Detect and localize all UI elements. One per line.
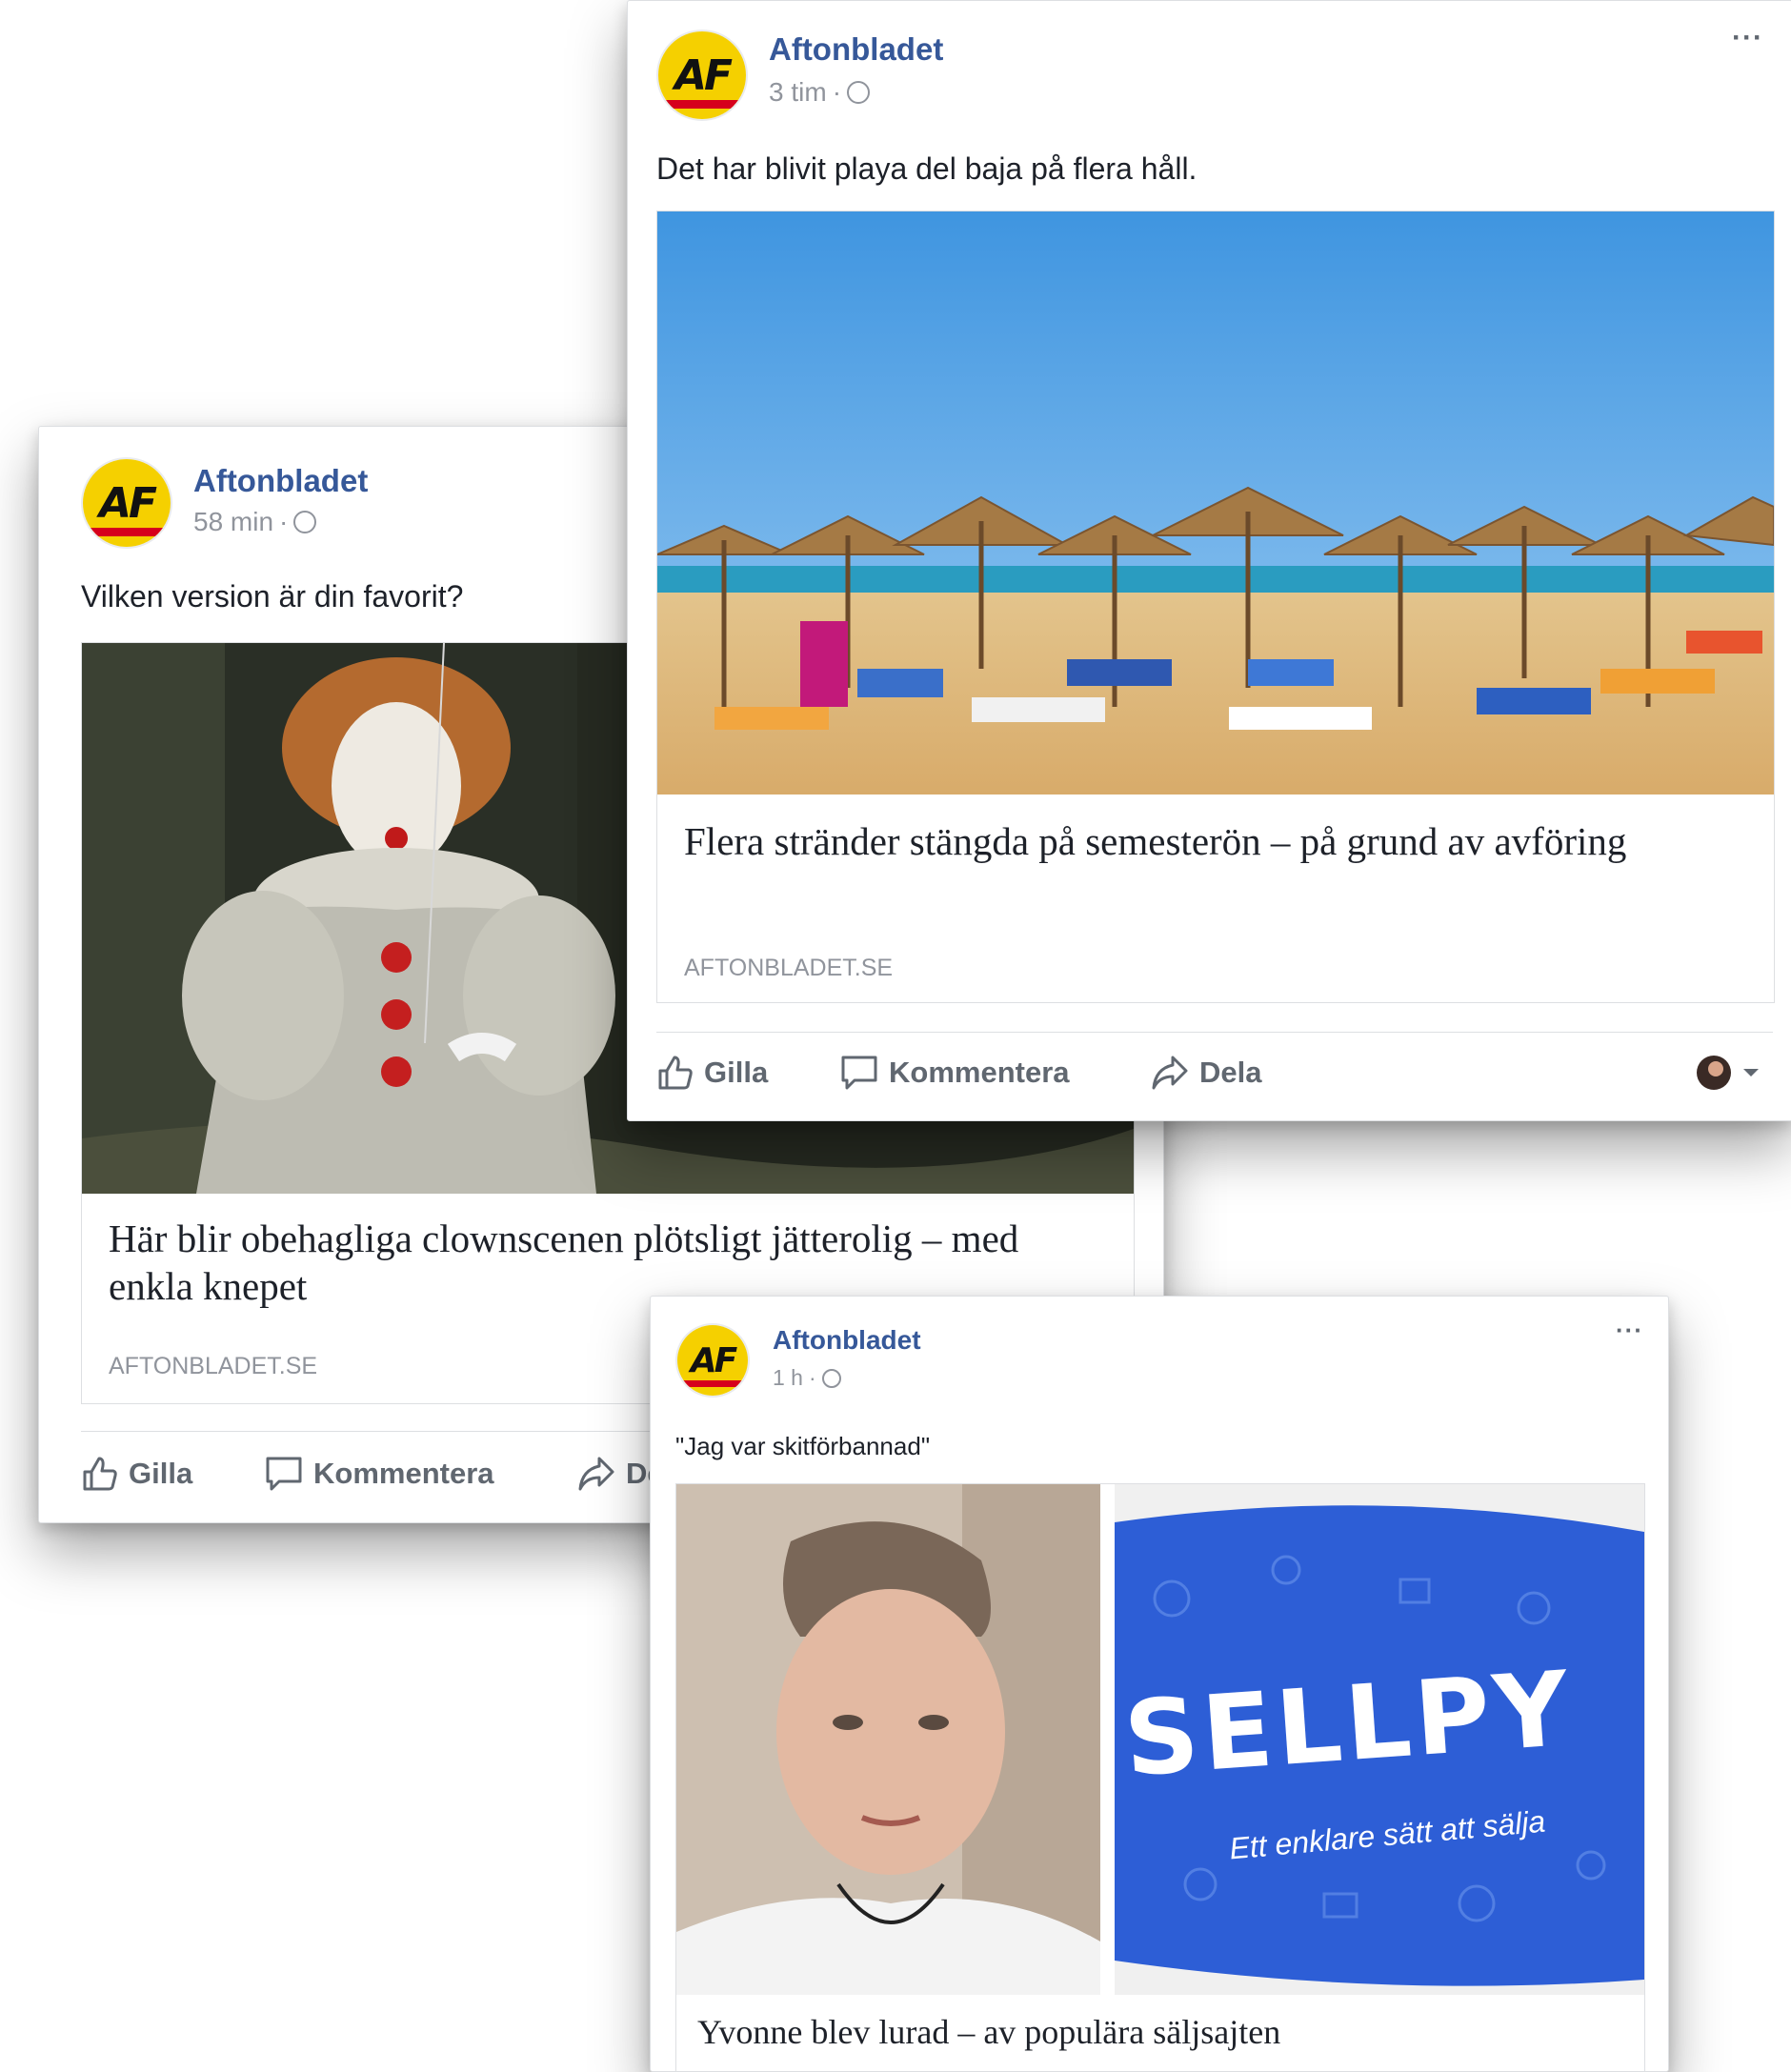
post-meta: 1 h · bbox=[773, 1365, 841, 1391]
aftonbladet-logo-icon: AF bbox=[658, 31, 746, 119]
comment-icon bbox=[266, 1457, 302, 1491]
beach-illustration bbox=[657, 211, 1774, 795]
more-icon[interactable]: ··· bbox=[1732, 22, 1763, 54]
aftonbladet-logo-icon: AF bbox=[677, 1325, 748, 1396]
comment-icon bbox=[841, 1056, 877, 1090]
sellpy-bag-photo[interactable]: SELLPY Ett enklare sätt att sälja bbox=[1115, 1484, 1644, 1995]
link-domain: AFTONBLADET.SE bbox=[684, 955, 894, 981]
chevron-down-icon bbox=[1743, 1069, 1759, 1076]
like-label: Gilla bbox=[129, 1457, 193, 1490]
link-title[interactable]: Flera stränder stängda på semesterön – p… bbox=[684, 817, 1741, 865]
globe-icon bbox=[293, 511, 317, 533]
aftonbladet-logo-icon: AF bbox=[83, 459, 171, 547]
post-status-text: "Jag var skitförbannad" bbox=[675, 1432, 931, 1460]
globe-icon bbox=[847, 81, 871, 104]
like-icon bbox=[658, 1056, 693, 1090]
like-button[interactable]: Gilla bbox=[81, 1455, 192, 1493]
post-status-text: Vilken version är din favorit? bbox=[81, 579, 464, 614]
more-icon[interactable]: ··· bbox=[1616, 1316, 1643, 1345]
post-actions: Gilla Kommentera Dela bbox=[656, 1032, 1773, 1120]
page-name[interactable]: Aftonbladet bbox=[769, 31, 943, 68]
share-icon bbox=[578, 1457, 614, 1491]
page-name[interactable]: Aftonbladet bbox=[773, 1325, 921, 1356]
link-domain: AFTONBLADET.SE bbox=[109, 1353, 318, 1379]
like-button[interactable]: Gilla bbox=[656, 1054, 768, 1092]
post-meta: 58 min · bbox=[193, 507, 317, 537]
globe-icon bbox=[821, 1368, 841, 1388]
post-meta: 3 tim · bbox=[769, 77, 871, 108]
comment-label: Kommentera bbox=[313, 1457, 494, 1490]
comment-button[interactable]: Kommentera bbox=[839, 1054, 1070, 1092]
woman-photo[interactable] bbox=[676, 1484, 1100, 1995]
page-name[interactable]: Aftonbladet bbox=[193, 463, 368, 499]
share-icon bbox=[1152, 1056, 1188, 1090]
page-avatar[interactable]: AF bbox=[675, 1323, 750, 1398]
woman-illustration bbox=[676, 1484, 1100, 1995]
post-card-sellpy: AF Aftonbladet 1 h · ··· "Jag var skitfö… bbox=[650, 1296, 1669, 2072]
comment-label: Kommentera bbox=[889, 1056, 1070, 1089]
beach-image[interactable] bbox=[657, 211, 1774, 795]
comment-button[interactable]: Kommentera bbox=[264, 1455, 494, 1493]
page-avatar[interactable]: AF bbox=[81, 457, 172, 549]
share-label: Dela bbox=[1199, 1056, 1262, 1089]
link-preview[interactable]: SELLPY Ett enklare sätt att sälja Yvonne… bbox=[675, 1483, 1645, 2071]
post-time[interactable]: 58 min bbox=[193, 507, 273, 537]
share-button[interactable]: Dela bbox=[1150, 1054, 1261, 1092]
post-card-beach: AF Aftonbladet 3 tim · ··· Det har blivi… bbox=[627, 0, 1791, 1121]
page-avatar[interactable]: AF bbox=[656, 30, 748, 121]
link-preview[interactable]: Flera stränder stängda på semesterön – p… bbox=[656, 211, 1775, 1003]
avatar-icon bbox=[1697, 1056, 1731, 1090]
like-icon bbox=[83, 1457, 117, 1491]
post-time[interactable]: 1 h bbox=[773, 1365, 803, 1391]
post-status-text: Det har blivit playa del baja på flera h… bbox=[656, 151, 1197, 186]
post-time[interactable]: 3 tim bbox=[769, 77, 827, 108]
like-label: Gilla bbox=[704, 1056, 769, 1089]
audience-selector[interactable] bbox=[1695, 1054, 1760, 1092]
link-title[interactable]: Yvonne blev lurad – av populära säljsajt… bbox=[697, 2012, 1631, 2054]
